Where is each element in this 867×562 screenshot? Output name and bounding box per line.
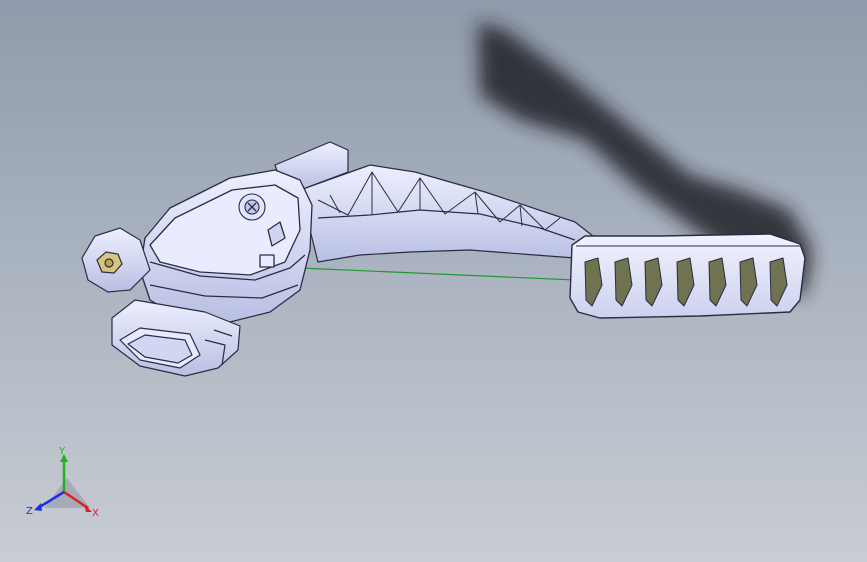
pivot-bolt[interactable] (238, 193, 266, 221)
pedal-model[interactable] (0, 0, 867, 562)
sketch-line (299, 267, 576, 281)
pedal-arm[interactable] (299, 164, 599, 263)
z-axis-arrow (34, 503, 42, 511)
x-axis-arrow (84, 504, 92, 512)
graphics-viewport[interactable]: Y X Z (0, 0, 867, 562)
z-axis-label: Z (26, 506, 33, 517)
mounting-lug[interactable] (81, 227, 151, 293)
x-axis-label: X (92, 508, 99, 519)
y-axis-label: Y (58, 446, 66, 457)
sensor-housing[interactable] (139, 169, 313, 323)
coordinate-triad: Y X Z (26, 446, 99, 519)
foot-pad[interactable] (569, 233, 806, 319)
